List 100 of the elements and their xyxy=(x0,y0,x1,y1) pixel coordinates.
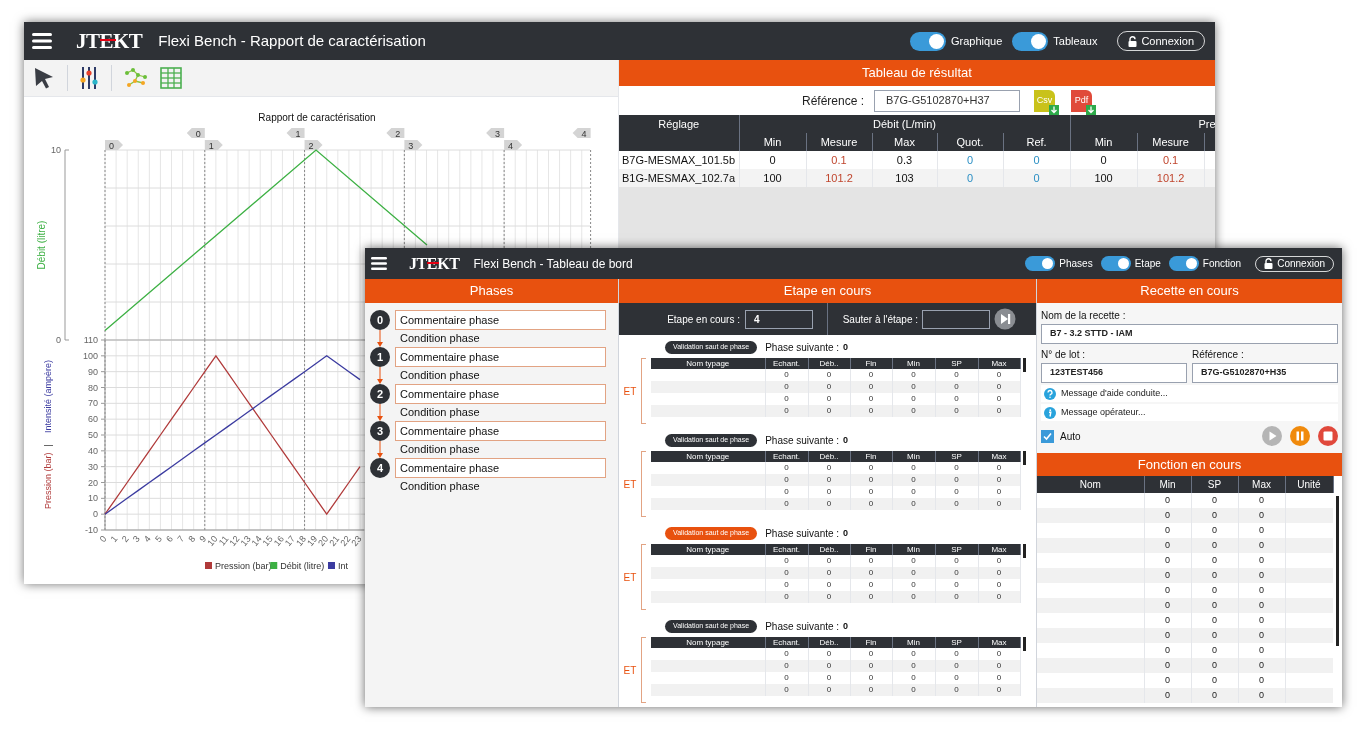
tick-label: 2 xyxy=(119,533,131,545)
table-cell: 0 xyxy=(850,591,892,603)
scrollbar-thumb[interactable] xyxy=(1022,451,1026,465)
phase-marker: 4 xyxy=(572,128,591,139)
toggle-switch[interactable] xyxy=(910,31,946,51)
phase-number: 0 xyxy=(370,310,390,330)
toggle-switch[interactable] xyxy=(1100,256,1131,271)
separator-mark: | xyxy=(43,444,53,447)
section-header: Tableau de résultat xyxy=(619,60,1215,86)
table-cell: 0 xyxy=(765,405,808,417)
table-cell: 0 xyxy=(935,405,978,417)
tick-label: 0 xyxy=(93,509,98,520)
axis-title: Débit (litre) xyxy=(36,220,47,270)
field-label: Phase suivante : xyxy=(765,620,840,634)
scrollbar-thumb[interactable] xyxy=(1022,544,1026,558)
pointer-icon[interactable] xyxy=(33,66,55,90)
jump-step-field[interactable] xyxy=(922,309,990,329)
axis-title: Pression (bar) xyxy=(43,452,53,509)
next-phase-value: 0 xyxy=(843,433,849,447)
tick-label: 18 xyxy=(294,533,309,548)
sliders-icon[interactable] xyxy=(80,66,98,90)
lock-icon xyxy=(1264,258,1274,269)
logo: JTEKT xyxy=(76,30,143,52)
phase-number: 2 xyxy=(370,384,390,404)
tick-label: 40 xyxy=(88,445,98,456)
phase-marker: 0 xyxy=(105,140,123,151)
operator-label: ET xyxy=(622,384,638,399)
field-label: Etape en cours : xyxy=(667,312,740,327)
reference-field[interactable]: B7G-G5102870+H35 xyxy=(1192,363,1338,383)
phase-marker: 3 xyxy=(404,140,423,151)
tick-label: 7 xyxy=(175,533,187,545)
comment-field[interactable]: Commentaire phase xyxy=(395,384,606,404)
message-text: Message opérateur... xyxy=(1061,405,1146,419)
tick-label: 3 xyxy=(130,533,142,545)
tick-label: 50 xyxy=(88,430,98,440)
tick-label: 10 xyxy=(88,493,98,504)
tick-label: 10 xyxy=(51,145,61,155)
download-icon xyxy=(1086,104,1096,115)
download-icon xyxy=(1049,104,1059,115)
skip-button[interactable] xyxy=(994,308,1016,330)
tick-label: 4 xyxy=(142,533,153,545)
comment-field[interactable]: Commentaire phase xyxy=(395,310,606,330)
comment-field[interactable]: Commentaire phase xyxy=(395,421,606,441)
tick-label: 1 xyxy=(108,533,120,545)
tick-label: 20 xyxy=(88,477,98,488)
table-cell: 0 xyxy=(850,498,892,510)
chart-title: Rapport de caractérisation xyxy=(258,112,376,123)
tick-label: 80 xyxy=(88,382,98,393)
operator-label: ET xyxy=(622,570,638,585)
comment-field[interactable]: Commentaire phase xyxy=(395,458,606,478)
node-graph-icon[interactable] xyxy=(124,68,148,88)
comment-field[interactable]: Commentaire phase xyxy=(395,347,606,367)
table-cell: 0 xyxy=(765,498,808,510)
section-header: Phases xyxy=(365,279,618,303)
toggle-switch[interactable] xyxy=(1025,256,1056,271)
table-cell: 0 xyxy=(808,591,850,603)
tick-label: 110 xyxy=(83,335,98,345)
window-title: Flexi Bench - Rapport de caractérisation xyxy=(158,30,426,51)
toggle-label: Tableaux xyxy=(1053,33,1098,49)
table-cell: 0 xyxy=(808,498,850,510)
lot-number-field[interactable]: 123TEST456 xyxy=(1041,363,1187,383)
condition-label: Condition phase xyxy=(400,405,480,421)
toggle-label: Phases xyxy=(1059,257,1093,271)
condition-label: Condition phase xyxy=(400,442,480,458)
step-field[interactable]: 4 xyxy=(745,309,813,329)
scrollbar-thumb[interactable] xyxy=(1336,496,1340,646)
menu-icon[interactable] xyxy=(32,33,52,49)
field-label: Phase suivante : xyxy=(765,341,840,355)
phase-marker: 3 xyxy=(486,128,505,139)
operator-label: ET xyxy=(622,663,638,678)
table-cell: 0 xyxy=(892,684,935,696)
tick-label: 70 xyxy=(88,398,98,409)
tick-label: 5 xyxy=(153,533,164,545)
stop-button[interactable] xyxy=(1318,426,1338,446)
tick-label: 0 xyxy=(56,335,61,345)
toggle-switch[interactable] xyxy=(1168,256,1199,271)
next-phase-value: 0 xyxy=(843,526,849,540)
table-cell: 0 xyxy=(765,684,808,696)
connector-arrow xyxy=(377,330,383,347)
recipe-name-field[interactable]: B7 - 3.2 STTD - IAM xyxy=(1041,324,1338,344)
table-cell: 0 xyxy=(808,684,850,696)
scrollbar-thumb[interactable] xyxy=(1022,358,1026,372)
toggle-label: Etape xyxy=(1134,257,1161,271)
menu-icon[interactable] xyxy=(371,257,387,270)
tick-label: 30 xyxy=(88,461,98,472)
tick-label: 8 xyxy=(186,533,198,545)
reference-field[interactable]: B7G-G5102870+H37 xyxy=(874,89,1020,112)
table-cell: 0 xyxy=(808,405,850,417)
lock-icon xyxy=(1128,35,1138,47)
toggle-switch[interactable] xyxy=(1012,31,1049,51)
toggle-label: Graphique xyxy=(951,33,1003,49)
field-label: Référence : xyxy=(801,92,864,110)
scrollbar-thumb[interactable] xyxy=(1022,637,1026,651)
connector-arrow xyxy=(377,367,383,384)
legend-label: Débit (litre) xyxy=(280,561,325,571)
connector-arrow xyxy=(377,441,383,458)
auto-checkbox[interactable] xyxy=(1041,429,1054,443)
table-cell: 0 xyxy=(1191,688,1238,703)
next-phase-value: 0 xyxy=(843,340,849,354)
tick-label: 0 xyxy=(97,533,109,545)
